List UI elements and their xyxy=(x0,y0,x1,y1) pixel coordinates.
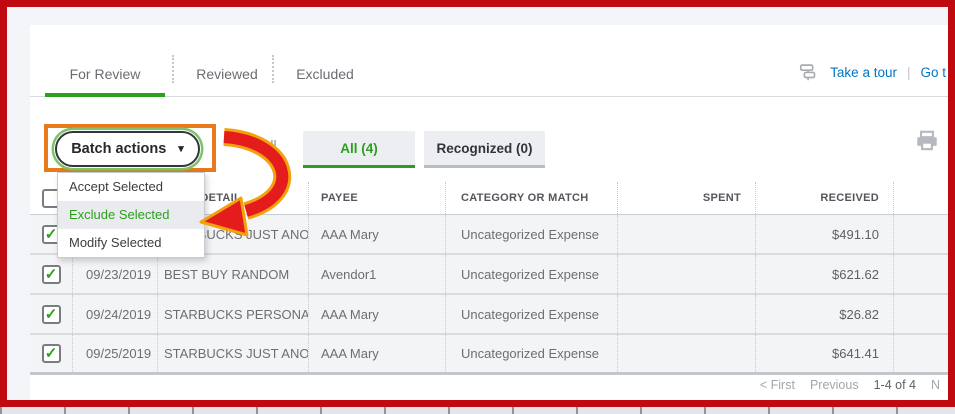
col-header-spent[interactable]: SPENT xyxy=(617,182,755,214)
filter-tab-all[interactable]: All (4) xyxy=(303,131,415,168)
row-checkbox[interactable]: ✓ xyxy=(41,264,61,284)
check-icon: ✓ xyxy=(44,265,58,283)
cell-action xyxy=(893,255,948,293)
pagination-previous[interactable]: Previous xyxy=(810,378,859,392)
cell-received: $491.10 xyxy=(755,215,893,253)
row-checkbox[interactable]: ✓ xyxy=(41,304,61,324)
cell-action xyxy=(893,335,948,372)
header-links: Take a tour | Go t xyxy=(798,61,946,83)
toolbar: Batch actions ▾ All All (4) Recognized (… xyxy=(30,97,948,182)
review-tabs-bar: For Review Reviewed Excluded Take a tour… xyxy=(30,25,948,97)
col-header-received[interactable]: RECEIVED xyxy=(755,182,893,214)
tour-signpost-icon xyxy=(800,64,816,81)
cell-category: Uncategorized Expense xyxy=(445,215,617,253)
table-row[interactable]: ✓ 09/24/2019 STARBUCKS PERSONAL AAA Mary… xyxy=(30,295,948,335)
col-header-payee[interactable]: PAYEE xyxy=(308,182,445,214)
batch-actions-label: Batch actions xyxy=(71,141,167,157)
pagination-range: 1-4 of 4 xyxy=(873,378,916,392)
batch-actions-button[interactable]: Batch actions ▾ xyxy=(55,131,200,167)
caret-down-icon: ▾ xyxy=(178,142,184,155)
cell-spent xyxy=(617,255,755,293)
pagination-next[interactable]: N xyxy=(931,378,940,392)
batch-actions-menu: Accept Selected Exclude Selected Modify … xyxy=(57,172,205,258)
cell-action xyxy=(893,295,948,333)
cell-bank-detail: STARBUCKS JUST ANO... xyxy=(157,335,308,372)
cropped-content-strip xyxy=(0,407,955,414)
cell-payee: AAA Mary xyxy=(308,335,445,372)
tab-separator xyxy=(172,55,174,83)
pagination-first[interactable]: < First xyxy=(760,378,795,392)
cell-payee: Avendor1 xyxy=(308,255,445,293)
cell-bank-detail: BEST BUY RANDOM xyxy=(157,255,308,293)
check-icon: ✓ xyxy=(44,225,58,243)
cell-received: $641.41 xyxy=(755,335,893,372)
cell-category: Uncategorized Expense xyxy=(445,255,617,293)
filter-funnel-icon[interactable] xyxy=(235,132,255,152)
tab-separator xyxy=(272,55,274,83)
all-filter-link[interactable]: All xyxy=(261,137,277,153)
check-icon: ✓ xyxy=(44,345,58,362)
cell-action xyxy=(893,215,948,253)
cell-received: $26.82 xyxy=(755,295,893,333)
cell-spent xyxy=(617,215,755,253)
cell-spent xyxy=(617,295,755,333)
cell-date: 09/25/2019 xyxy=(72,335,157,372)
cell-spent xyxy=(617,335,755,372)
table-row[interactable]: ✓ 09/25/2019 STARBUCKS JUST ANO... AAA M… xyxy=(30,335,948,375)
cell-bank-detail: STARBUCKS PERSONAL xyxy=(157,295,308,333)
link-divider: | xyxy=(906,64,911,80)
go-to-link[interactable]: Go t xyxy=(920,65,946,80)
banking-transactions-card: For Review Reviewed Excluded Take a tour… xyxy=(30,25,948,400)
cell-payee: AAA Mary xyxy=(308,215,445,253)
tab-for-review[interactable]: For Review xyxy=(45,61,165,87)
cell-received: $621.62 xyxy=(755,255,893,293)
menu-item-accept-selected[interactable]: Accept Selected xyxy=(58,173,204,201)
tab-reviewed[interactable]: Reviewed xyxy=(182,61,272,87)
menu-item-exclude-selected[interactable]: Exclude Selected xyxy=(58,201,204,229)
menu-item-modify-selected[interactable]: Modify Selected xyxy=(58,229,204,257)
col-header-category[interactable]: CATEGORY OR MATCH xyxy=(445,182,617,214)
filter-tab-recognized[interactable]: Recognized (0) xyxy=(424,131,545,168)
cell-category: Uncategorized Expense xyxy=(445,335,617,372)
check-icon: ✓ xyxy=(44,305,58,323)
row-checkbox[interactable]: ✓ xyxy=(41,344,61,363)
cell-category: Uncategorized Expense xyxy=(445,295,617,333)
col-header-action xyxy=(893,182,948,214)
cell-payee: AAA Mary xyxy=(308,295,445,333)
cell-date: 09/23/2019 xyxy=(72,255,157,293)
pagination: < First Previous 1-4 of 4 N xyxy=(760,378,940,392)
tab-excluded[interactable]: Excluded xyxy=(282,61,368,87)
take-a-tour-link[interactable]: Take a tour xyxy=(830,65,897,80)
annotation-frame: For Review Reviewed Excluded Take a tour… xyxy=(0,0,955,407)
cell-date: 09/24/2019 xyxy=(72,295,157,333)
table-row[interactable]: ✓ 09/23/2019 BEST BUY RANDOM Avendor1 Un… xyxy=(30,255,948,295)
print-icon[interactable] xyxy=(914,128,940,154)
